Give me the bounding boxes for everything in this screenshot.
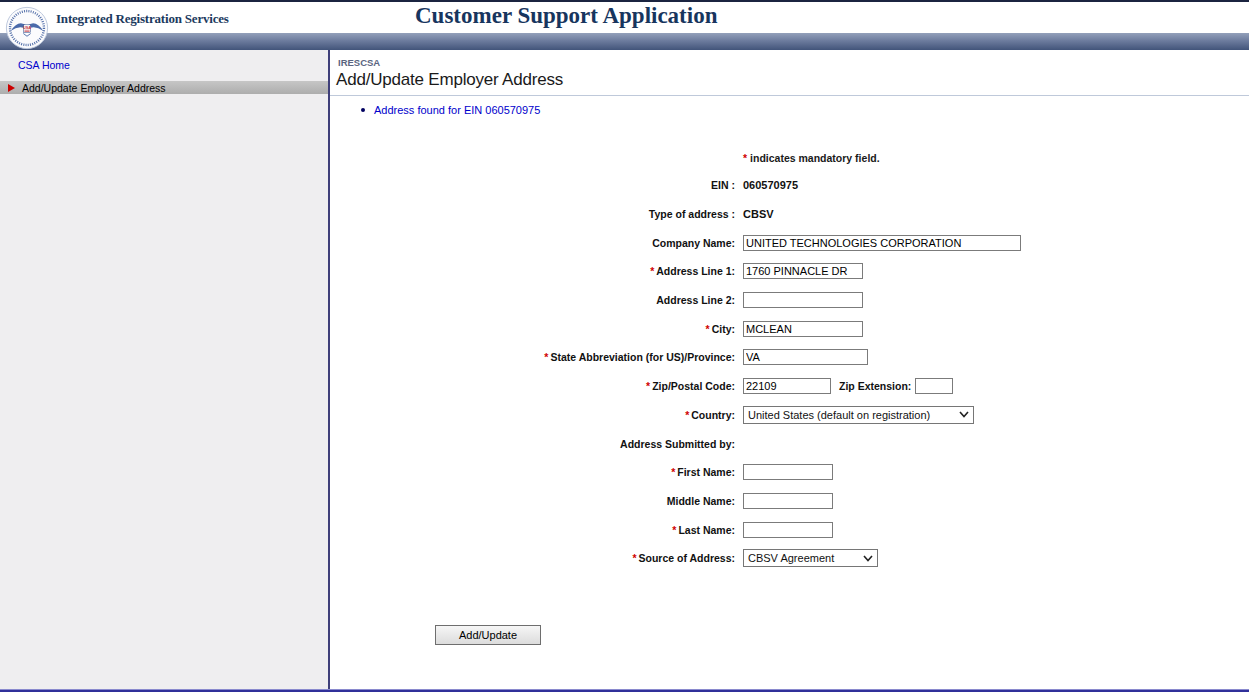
form-row-address-line-1: *Address Line 1:	[330, 257, 1249, 286]
middle-name-label: Middle Name:	[330, 495, 735, 507]
form-row-city: *City:	[330, 314, 1249, 343]
city-label: *City:	[330, 323, 735, 335]
sidebar-item-label: Add/Update Employer Address	[22, 82, 166, 94]
ein-label: EIN :	[330, 179, 735, 191]
bullet-icon	[361, 108, 365, 112]
form-row-state: *State Abbreviation (for US)/Province:	[330, 343, 1249, 372]
type-of-address-label: Type of address :	[330, 208, 735, 220]
chevron-down-icon	[959, 411, 969, 418]
address-line-1-input[interactable]	[743, 263, 863, 279]
status-message-text: Address found for EIN 060570975	[374, 104, 540, 116]
state-input[interactable]	[743, 349, 868, 365]
company-name-label: Company Name:	[330, 237, 735, 249]
form-row-company-name: Company Name:	[330, 228, 1249, 257]
city-input[interactable]	[743, 321, 863, 337]
zip-extension-label: Zip Extension:	[839, 380, 911, 392]
app-header: USA Integrated Registration Services Cus…	[0, 2, 1249, 33]
required-asterisk: *	[646, 380, 650, 392]
address-submitted-by-label: Address Submitted by:	[330, 438, 735, 450]
country-selected-value: United States (default on registration)	[748, 409, 930, 421]
form-row-type-of-address: Type of address : CBSV	[330, 200, 1249, 229]
form-row-country: *Country: United States (default on regis…	[330, 401, 1249, 430]
form-fields: EIN : 060570975 Type of address : CBSV Compa…	[330, 171, 1249, 573]
source-of-address-selected-value: CBSV Agreement	[748, 552, 834, 564]
form-row-ein: EIN : 060570975	[330, 171, 1249, 200]
required-asterisk: *	[685, 409, 689, 421]
zip-input[interactable]	[743, 378, 831, 394]
ssa-seal-logo: USA	[5, 6, 49, 50]
address-line-2-label: Address Line 2:	[330, 294, 735, 306]
status-message: Address found for EIN 060570975	[361, 104, 1249, 116]
required-asterisk: *	[706, 323, 710, 335]
page-title: Add/Update Employer Address	[336, 70, 1249, 90]
source-of-address-label: *Source of Address:	[330, 552, 735, 564]
address-line-2-input[interactable]	[743, 292, 863, 308]
first-name-label: *First Name:	[330, 466, 735, 478]
country-label: *Country:	[330, 409, 735, 421]
source-of-address-select[interactable]: CBSV Agreement	[743, 549, 878, 567]
zip-label: *Zip/Postal Code:	[330, 380, 735, 392]
add-update-button[interactable]: Add/Update	[435, 625, 541, 645]
ein-value: 060570975	[743, 179, 798, 191]
title-divider	[330, 95, 1249, 96]
form-row-zip: *Zip/Postal Code: Zip Extension:	[330, 372, 1249, 401]
sidebar: CSA Home Add/Update Employer Address	[0, 50, 330, 689]
form-row-last-name: *Last Name:	[330, 515, 1249, 544]
required-asterisk: *	[632, 552, 636, 564]
middle-name-input[interactable]	[743, 493, 833, 509]
type-of-address-value: CBSV	[743, 208, 774, 220]
mandatory-note: *indicates mandatory field.	[743, 152, 1249, 164]
main-content: IRESCSA Add/Update Employer Address Addr…	[330, 50, 1249, 689]
active-item-arrow-icon	[8, 84, 15, 92]
mandatory-asterisk: *	[743, 152, 747, 164]
state-label: *State Abbreviation (for US)/Province:	[330, 351, 735, 363]
chevron-down-icon	[863, 555, 873, 562]
brand-name: Integrated Registration Services	[56, 11, 229, 27]
required-asterisk: *	[650, 265, 654, 277]
form-row-address-submitted-by: Address Submitted by:	[330, 429, 1249, 458]
required-asterisk: *	[671, 466, 675, 478]
company-name-input[interactable]	[743, 235, 1021, 251]
svg-text:USA: USA	[23, 26, 31, 30]
form-row-source-of-address: *Source of Address: CBSV Agreement	[330, 544, 1249, 573]
zip-extension-input[interactable]	[915, 378, 953, 394]
sidebar-link-csa-home[interactable]: CSA Home	[18, 59, 78, 71]
first-name-input[interactable]	[743, 464, 833, 480]
last-name-label: *Last Name:	[330, 524, 735, 536]
country-select[interactable]: United States (default on registration)	[743, 406, 974, 424]
address-line-1-label: *Address Line 1:	[330, 265, 735, 277]
form-row-middle-name: Middle Name:	[330, 487, 1249, 516]
application-title: Customer Support Application	[415, 3, 717, 29]
required-asterisk: *	[544, 351, 548, 363]
footer-line-dark	[0, 690, 1249, 692]
sidebar-item-add-update-employer-address[interactable]: Add/Update Employer Address	[0, 81, 328, 94]
last-name-input[interactable]	[743, 522, 833, 538]
header-gradient-bar	[0, 33, 1249, 50]
form-row-address-line-2: Address Line 2:	[330, 286, 1249, 315]
required-asterisk: *	[672, 524, 676, 536]
mandatory-note-text: indicates mandatory field.	[750, 152, 880, 164]
form-row-first-name: *First Name:	[330, 458, 1249, 487]
app-code: IRESCSA	[338, 57, 1249, 68]
